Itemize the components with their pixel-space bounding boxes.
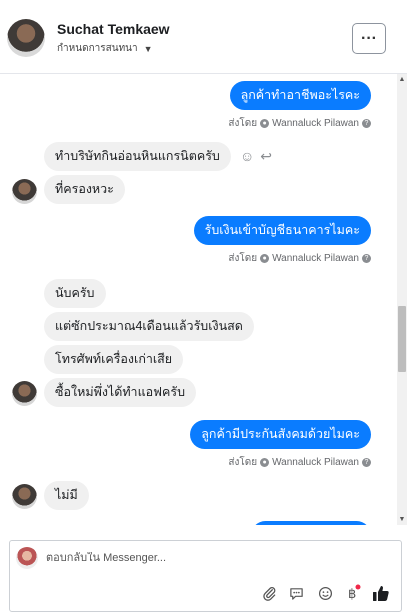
sent-by-line: ส่งโดย ● Wannaluck Pilawan ? xyxy=(228,116,371,131)
conversation-label: กำหนดการสนทนา xyxy=(57,43,138,54)
incoming-message: ทำบริษัทกินอ่อนหินแกรนิตครับ xyxy=(44,142,231,171)
outgoing-message: รับเงินเข้าบัญชีธนาคารไมคะ xyxy=(193,216,371,245)
globe-icon: ● xyxy=(260,458,270,467)
scroll-down-arrow-icon[interactable]: ▼ xyxy=(397,516,407,523)
smiley-icon[interactable] xyxy=(316,584,334,602)
page-avatar xyxy=(16,547,38,569)
agent-name: Wannaluck Pilawan xyxy=(272,253,359,264)
globe-icon: ● xyxy=(260,254,270,263)
contact-avatar[interactable] xyxy=(7,19,45,57)
scroll-up-arrow-icon[interactable]: ▲ xyxy=(397,76,407,83)
chevron-down-icon: ▼ xyxy=(143,43,153,54)
svg-text:฿: ฿ xyxy=(348,587,356,602)
react-smiley-icon[interactable]: ☺ xyxy=(240,149,254,163)
composer: ฿ xyxy=(0,525,407,614)
globe-icon: ● xyxy=(260,119,270,128)
conversation-label-selector[interactable]: กำหนดการสนทนา ▼ xyxy=(57,41,153,56)
outgoing-message: ลูกค้าทำอาชีพอะไรคะ xyxy=(229,81,371,110)
chat-bubble-icon[interactable] xyxy=(287,584,305,602)
message-thread: ลูกค้าทำอาชีพอะไรคะ ส่งโดย ● Wannaluck P… xyxy=(0,74,397,525)
contact-name[interactable]: Suchat Temkaew xyxy=(57,21,170,37)
scroll-thumb[interactable] xyxy=(398,306,406,372)
outgoing-message: ลูกค้ามีประกันสังคมด้วยไมคะ xyxy=(190,420,371,449)
contact-avatar-small xyxy=(12,484,37,509)
sent-by-label: ส่งโดย xyxy=(228,253,258,264)
paperclip-icon[interactable] xyxy=(260,584,278,602)
sent-by-label: ส่งโดย xyxy=(228,457,258,468)
more-options-button[interactable]: ··· xyxy=(352,23,386,54)
reply-icon[interactable]: ↩ xyxy=(260,149,272,163)
help-icon[interactable]: ? xyxy=(362,119,371,128)
conversation-header: Suchat Temkaew กำหนดการสนทนา ▼ ··· xyxy=(0,0,407,74)
reply-input[interactable] xyxy=(46,552,376,564)
sent-by-line: ส่งโดย ● Wannaluck Pilawan ? xyxy=(228,455,371,470)
incoming-message: ที่ครองหวะ xyxy=(44,175,125,204)
incoming-message: ซื้อใหม่พึ่งได้ทำแอฟครับ xyxy=(44,378,197,407)
help-icon[interactable]: ? xyxy=(362,458,371,467)
sent-by-label: ส่งโดย xyxy=(228,118,258,129)
sent-by-line: ส่งโดย ● Wannaluck Pilawan ? xyxy=(228,251,371,266)
agent-name: Wannaluck Pilawan xyxy=(272,118,359,129)
help-icon[interactable]: ? xyxy=(362,254,371,263)
contact-avatar-small xyxy=(12,381,37,406)
incoming-message: แต่ซักประมาณ4เดือนแล้วรับเงินสด xyxy=(44,312,254,341)
thread-scrollbar[interactable]: ▲ ▼ xyxy=(397,74,407,525)
incoming-message: นับครับ xyxy=(44,279,106,308)
agent-name: Wannaluck Pilawan xyxy=(272,457,359,468)
thumbs-up-icon[interactable] xyxy=(372,584,390,602)
contact-avatar-small xyxy=(12,179,37,204)
composer-box: ฿ xyxy=(9,540,402,612)
message-actions: ☺ ↩ xyxy=(240,149,272,163)
baht-icon[interactable]: ฿ xyxy=(344,584,362,602)
incoming-message: โทรศัพท์เครื่องเก่าเสีย xyxy=(44,345,184,374)
incoming-message: ไม่มี xyxy=(44,481,89,510)
